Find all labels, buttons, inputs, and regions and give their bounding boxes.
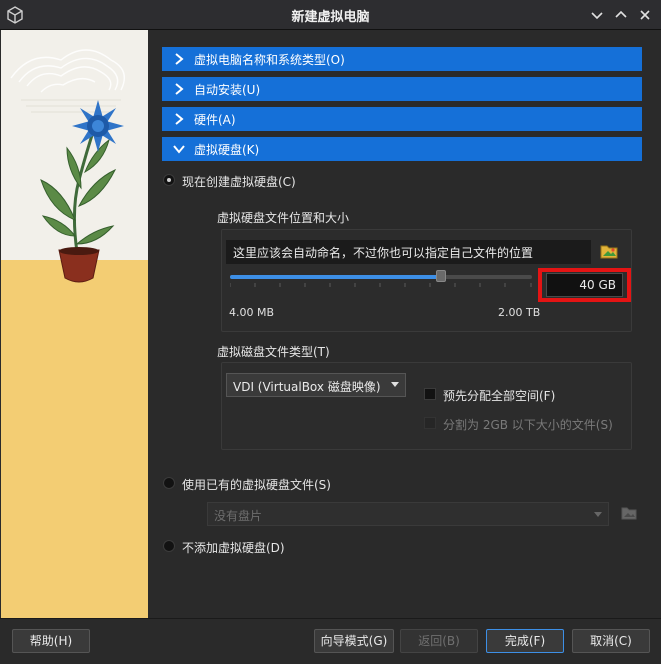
split-checkbox[interactable]	[424, 417, 436, 429]
size-max-label: 2.00 TB	[498, 306, 541, 319]
disk-type-value: VDI (VirtualBox 磁盘映像)	[233, 380, 381, 394]
use-existing-disk-radio[interactable]	[163, 477, 175, 489]
section-label: 虚拟电脑名称和系统类型(O)	[194, 53, 345, 67]
disk-type-select[interactable]: VDI (VirtualBox 磁盘映像)	[226, 373, 406, 397]
back-button[interactable]: 返回(B)	[400, 629, 478, 653]
chevron-down-icon	[591, 12, 603, 20]
preallocate-checkbox[interactable]	[424, 388, 436, 400]
chevron-down-icon	[173, 145, 185, 154]
existing-disk-value: 没有盘片	[214, 509, 263, 523]
chevron-right-icon	[175, 53, 184, 65]
flower-pot-illustration	[1, 30, 148, 618]
section-name-and-os[interactable]: 虚拟电脑名称和系统类型(O)	[162, 47, 642, 71]
cancel-button[interactable]: 取消(C)	[572, 629, 650, 653]
disk-size-slider-fill	[230, 275, 442, 279]
section-label: 虚拟硬盘(K)	[194, 143, 260, 157]
section-hardware[interactable]: 硬件(A)	[162, 107, 642, 131]
choose-disk-button[interactable]	[620, 504, 638, 522]
window-title: 新建虚拟电脑	[291, 10, 370, 25]
dropdown-arrow-icon	[594, 512, 602, 517]
chevron-right-icon	[175, 113, 184, 125]
finish-button[interactable]: 完成(F)	[486, 629, 564, 653]
title-bar: 新建虚拟电脑	[0, 0, 661, 30]
chevron-up-icon	[615, 10, 627, 18]
folder-icon	[621, 507, 637, 520]
disk-type-group-label: 虚拟磁盘文件类型(T)	[217, 345, 330, 359]
wizard-illustration	[1, 30, 148, 618]
section-label: 自动安装(U)	[194, 83, 261, 97]
chevron-right-icon	[175, 83, 184, 95]
dialog-footer: 帮助(H) 向导模式(G) 返回(B) 完成(F) 取消(C)	[0, 618, 661, 664]
close-icon	[640, 10, 650, 20]
close-button[interactable]	[637, 7, 653, 23]
help-button[interactable]: 帮助(H)	[12, 629, 90, 653]
preallocate-label: 预先分配全部空间(F)	[443, 389, 556, 403]
no-disk-radio[interactable]	[163, 540, 175, 552]
create-new-disk-radio[interactable]	[163, 174, 175, 186]
section-label: 硬件(A)	[194, 113, 236, 127]
disk-size-slider-handle[interactable]	[436, 270, 447, 282]
existing-disk-select[interactable]: 没有盘片	[207, 502, 609, 526]
location-group-label: 虚拟硬盘文件位置和大小	[217, 211, 350, 225]
split-label: 分割为 2GB 以下大小的文件(S)	[443, 418, 613, 432]
size-highlight-box	[538, 268, 631, 302]
guided-mode-button[interactable]: 向导模式(G)	[314, 629, 394, 653]
folder-icon	[600, 245, 618, 259]
size-min-label: 4.00 MB	[229, 306, 275, 319]
disk-location-field[interactable]: 这里应该会自动命名，不过你也可以指定自己文件的位置	[226, 240, 591, 264]
section-hard-disk[interactable]: 虚拟硬盘(K)	[162, 137, 642, 161]
minimize-button[interactable]	[589, 7, 605, 23]
maximize-button[interactable]	[613, 7, 629, 23]
create-new-disk-label: 现在创建虚拟硬盘(C)	[182, 175, 296, 189]
slider-ticks	[230, 283, 532, 287]
no-disk-label: 不添加虚拟硬盘(D)	[182, 541, 285, 555]
disk-size-slider[interactable]	[230, 275, 532, 279]
choose-location-button[interactable]	[599, 241, 619, 261]
section-unattended-install[interactable]: 自动安装(U)	[162, 77, 642, 101]
dropdown-arrow-icon	[391, 382, 399, 387]
use-existing-disk-label: 使用已有的虚拟硬盘文件(S)	[182, 478, 331, 492]
